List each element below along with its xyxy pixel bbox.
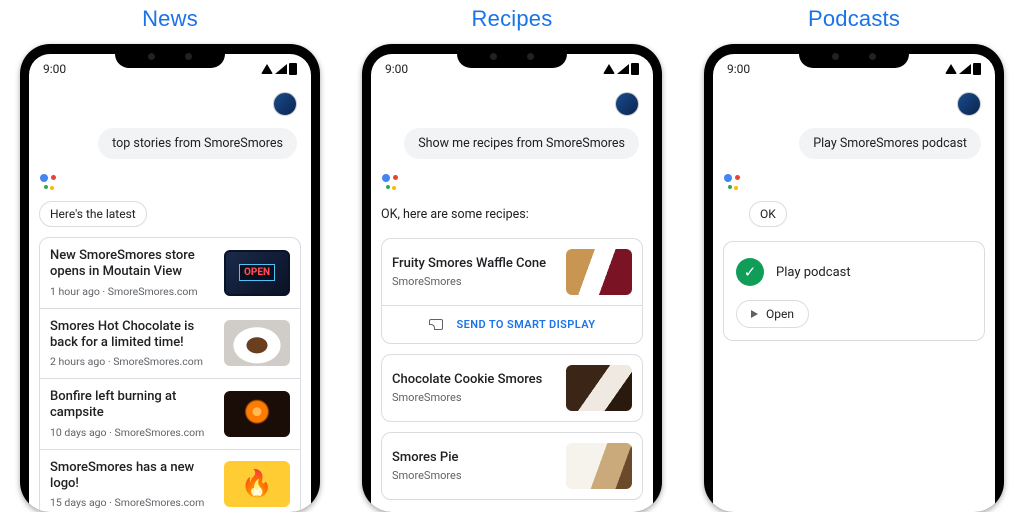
- wifi-icon: [261, 64, 273, 74]
- send-label: SEND TO SMART DISPLAY: [457, 318, 596, 331]
- column-recipes: Recipes 9:00 Show me recipes from SmoreS…: [356, 6, 668, 512]
- podcast-card: ✓ Play podcast Open: [723, 241, 985, 341]
- open-label: Open: [766, 307, 794, 321]
- recipe-item[interactable]: Smores Pie SmoreSmores: [382, 433, 642, 499]
- status-time: 9:00: [43, 62, 66, 76]
- recipe-item[interactable]: Chocolate Cookie Smores SmoreSmores: [382, 355, 642, 421]
- avatar[interactable]: [615, 92, 639, 116]
- cast-icon: [429, 319, 443, 330]
- podcast-status: Play podcast: [776, 265, 851, 280]
- phone-notch: [457, 44, 567, 68]
- recipe-source: SmoreSmores: [392, 275, 556, 288]
- recipe-source: SmoreSmores: [392, 391, 556, 404]
- news-item[interactable]: Bonfire left burning at campsite 10 days…: [40, 378, 300, 449]
- wifi-icon: [945, 64, 957, 74]
- recipe-source: SmoreSmores: [392, 469, 556, 482]
- news-item[interactable]: SmoreSmores has a new logo! 15 days ago …: [40, 449, 300, 512]
- signal-icon: [617, 64, 629, 74]
- column-podcasts: Podcasts 9:00 Play SmoreSmores podcast O…: [698, 6, 1010, 512]
- checkmark-icon: ✓: [736, 258, 764, 286]
- avatar[interactable]: [273, 92, 297, 116]
- phone-screen: 9:00 Play SmoreSmores podcast OK ✓ Play …: [713, 54, 995, 512]
- phone-frame: 9:00 Show me recipes from SmoreSmores OK…: [362, 44, 662, 512]
- news-title: SmoreSmores has a new logo!: [50, 460, 214, 493]
- battery-icon: [973, 63, 981, 75]
- news-meta: 1 hour ago · SmoreSmores.com: [50, 285, 214, 298]
- recipe-thumbnail: [566, 365, 632, 411]
- recipe-thumbnail: [566, 249, 632, 295]
- battery-icon: [631, 63, 639, 75]
- podcast-status-row: ✓ Play podcast: [736, 254, 972, 290]
- signal-icon: [275, 64, 287, 74]
- signal-icon: [959, 64, 971, 74]
- recipe-title: Smores Pie: [392, 450, 556, 466]
- status-time: 9:00: [385, 62, 408, 76]
- status-icons: [945, 63, 981, 75]
- section-header: Recipes: [472, 6, 553, 32]
- user-query: top stories from SmoreSmores: [98, 128, 297, 159]
- news-thumbnail: [224, 391, 290, 437]
- status-icons: [603, 63, 639, 75]
- section-header: Podcasts: [808, 6, 900, 32]
- recipe-title: Fruity Smores Waffle Cone: [392, 256, 556, 272]
- send-to-display-button[interactable]: SEND TO SMART DISPLAY: [382, 305, 642, 343]
- news-meta: 2 hours ago · SmoreSmores.com: [50, 355, 214, 368]
- assistant-icon: [723, 173, 741, 191]
- recipe-item[interactable]: Fruity Smores Waffle Cone SmoreSmores: [382, 239, 642, 305]
- recipe-title: Chocolate Cookie Smores: [392, 372, 556, 388]
- news-item[interactable]: Smores Hot Chocolate is back for a limit…: [40, 308, 300, 379]
- news-thumbnail: OPEN: [224, 250, 290, 296]
- battery-icon: [289, 63, 297, 75]
- assistant-icon: [39, 173, 57, 191]
- phone-screen: 9:00 top stories from SmoreSmores Here's…: [29, 54, 311, 512]
- news-item[interactable]: New SmoreSmores store opens in Moutain V…: [40, 238, 300, 308]
- news-thumbnail: 🔥: [224, 461, 290, 507]
- news-title: New SmoreSmores store opens in Moutain V…: [50, 248, 214, 281]
- phone-notch: [799, 44, 909, 68]
- news-meta: 10 days ago · SmoreSmores.com: [50, 426, 214, 439]
- wifi-icon: [603, 64, 615, 74]
- assistant-icon: [381, 173, 399, 191]
- avatar[interactable]: [957, 92, 981, 116]
- news-meta: 15 days ago · SmoreSmores.com: [50, 496, 214, 509]
- news-thumbnail: [224, 320, 290, 366]
- play-icon: [751, 310, 758, 318]
- phone-frame: 9:00 Play SmoreSmores podcast OK ✓ Play …: [704, 44, 1004, 512]
- phone-notch: [115, 44, 225, 68]
- section-header: News: [142, 6, 198, 32]
- phone-frame: 9:00 top stories from SmoreSmores Here's…: [20, 44, 320, 512]
- recipe-card: Smores Pie SmoreSmores: [381, 432, 643, 500]
- assistant-reply: OK: [749, 201, 787, 227]
- assistant-reply: OK, here are some recipes:: [381, 201, 541, 228]
- status-icons: [261, 63, 297, 75]
- assistant-reply: Here's the latest: [39, 201, 147, 227]
- phone-screen: 9:00 Show me recipes from SmoreSmores OK…: [371, 54, 653, 512]
- open-button[interactable]: Open: [736, 300, 809, 328]
- recipe-card: Fruity Smores Waffle Cone SmoreSmores SE…: [381, 238, 643, 344]
- user-query: Show me recipes from SmoreSmores: [404, 128, 639, 159]
- status-time: 9:00: [727, 62, 750, 76]
- news-title: Smores Hot Chocolate is back for a limit…: [50, 319, 214, 352]
- recipe-thumbnail: [566, 443, 632, 489]
- news-title: Bonfire left burning at campsite: [50, 389, 214, 422]
- recipe-card: Chocolate Cookie Smores SmoreSmores: [381, 354, 643, 422]
- news-list: New SmoreSmores store opens in Moutain V…: [39, 237, 301, 512]
- user-query: Play SmoreSmores podcast: [799, 128, 981, 159]
- column-news: News 9:00 top stories from SmoreSmores H…: [14, 6, 326, 512]
